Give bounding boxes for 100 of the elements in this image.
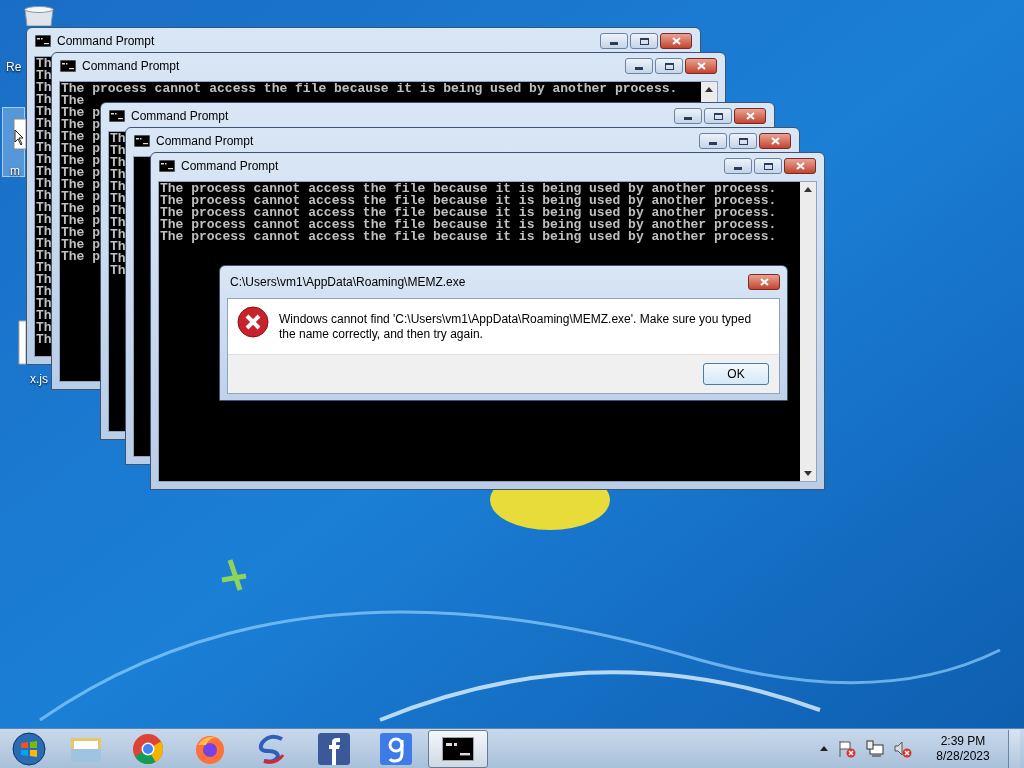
console-line: Th <box>110 157 126 169</box>
desktop-icon-label[interactable]: x.js <box>30 370 48 388</box>
close-button[interactable] <box>734 108 766 124</box>
scroll-up-icon <box>804 187 812 192</box>
console-line: The p <box>61 167 100 179</box>
desktop-icon-label[interactable]: m <box>10 162 20 180</box>
console-line: Th <box>110 133 126 145</box>
facebook-icon <box>318 732 350 765</box>
console-line: The <box>61 95 85 107</box>
console-line: The process cannot access the file because it is being used by another process. <box>160 231 777 243</box>
maximize-icon <box>639 37 649 45</box>
console-line: Th <box>36 70 52 82</box>
console-icon <box>134 135 150 147</box>
maximize-icon <box>713 112 723 120</box>
console-line: The p <box>61 155 100 167</box>
console-line: Th <box>110 241 126 253</box>
close-icon <box>745 112 755 120</box>
network-icon[interactable] <box>866 739 884 758</box>
console-line: Th <box>36 82 52 94</box>
clock-date: 8/28/2023 <box>936 748 990 764</box>
scrollbar[interactable] <box>800 182 816 481</box>
console-line: Th <box>36 142 52 154</box>
minimize-button[interactable] <box>699 133 727 149</box>
dialog-title: C:\Users\vm1\AppData\Roaming\MEMZ.exe <box>230 274 467 291</box>
window-title: Command Prompt <box>181 158 280 175</box>
taskbar-button[interactable] <box>428 729 488 768</box>
console-icon <box>159 160 175 172</box>
minimize-button[interactable] <box>600 33 628 49</box>
console-line: Th <box>36 262 52 274</box>
maximize-icon <box>738 137 748 145</box>
console-line: Th <box>36 58 52 70</box>
console-line: Th <box>36 226 52 238</box>
maximize-button[interactable] <box>754 158 782 174</box>
console-line: Th <box>36 310 52 322</box>
console-icon <box>60 60 76 72</box>
console-line: The p <box>61 119 100 131</box>
console-line: Th <box>36 202 52 214</box>
console-line: Th <box>36 178 52 190</box>
console-line: Th <box>110 181 126 193</box>
close-icon <box>696 62 706 70</box>
console-line: Th <box>36 106 52 118</box>
console-line: Th <box>36 274 52 286</box>
flag-icon[interactable] <box>838 739 856 758</box>
console-line: Th <box>36 94 52 106</box>
scroll-up-icon <box>705 87 713 92</box>
close-icon <box>770 137 780 145</box>
console-line: The p <box>61 131 100 143</box>
console-icon <box>109 110 125 122</box>
start-orb-icon <box>12 731 46 766</box>
console-line: Th <box>110 217 126 229</box>
window-title: Command Prompt <box>82 58 181 75</box>
console-line: The p <box>61 191 100 203</box>
show-hidden-icons-icon[interactable] <box>820 746 828 751</box>
console-line: Th <box>110 265 126 277</box>
close-button[interactable] <box>759 133 791 149</box>
minimize-button[interactable] <box>625 58 653 74</box>
console-line: The p <box>61 251 100 263</box>
clock-time: 2:39 PM <box>940 733 986 749</box>
chrome-icon <box>132 732 164 765</box>
console-line: The process cannot access the file because it is being used by another process. <box>160 207 777 219</box>
document-icon <box>13 118 26 150</box>
console-line: Th <box>36 214 52 226</box>
show-desktop-button[interactable] <box>1008 729 1020 768</box>
console-line: The process cannot access the file because it is being used by another process. <box>160 183 777 195</box>
close-button[interactable] <box>660 33 692 49</box>
console-line: The p <box>61 239 100 251</box>
console-line: Th <box>110 193 126 205</box>
minimize-button[interactable] <box>674 108 702 124</box>
close-button[interactable] <box>748 274 780 290</box>
maximize-button[interactable] <box>655 58 683 74</box>
console-line: Th <box>110 205 126 217</box>
desktop-icon-label[interactable]: Re <box>6 58 22 76</box>
error-message: Windows cannot find 'C:\Users\vm1\AppData\Roaming\MEMZ.exe'. Make sure you typed the name correctly, and then try again. <box>279 311 753 342</box>
minimize-icon <box>635 67 643 70</box>
console-line: Th <box>110 169 126 181</box>
close-icon <box>671 37 681 45</box>
maximize-button[interactable] <box>630 33 658 49</box>
close-button[interactable] <box>685 58 717 74</box>
window-title: Command Prompt <box>57 33 156 50</box>
maximize-button[interactable] <box>729 133 757 149</box>
close-button[interactable] <box>784 158 816 174</box>
ok-button[interactable]: OK <box>703 363 769 385</box>
console-line: Th <box>36 298 52 310</box>
console-line: Th <box>36 190 52 202</box>
console-line: Th <box>36 130 52 142</box>
console-line: The process cannot access the file because it is being used by another process. <box>61 83 678 95</box>
window-title: Command Prompt <box>131 108 230 125</box>
scroll-down-icon <box>804 471 812 476</box>
console-line: Th <box>110 229 126 241</box>
console-line: Th <box>36 166 52 178</box>
trash-bin-icon <box>22 6 56 26</box>
console-line: The process cannot access the file because it is being used by another process. <box>160 219 777 231</box>
minimize-button[interactable] <box>724 158 752 174</box>
console-line: Th <box>110 253 126 265</box>
console-line: Th <box>36 118 52 130</box>
console-line: Th <box>36 334 52 346</box>
window-title: Command Prompt <box>156 133 255 150</box>
minimize-icon <box>684 117 692 120</box>
maximize-button[interactable] <box>704 108 732 124</box>
speaker-icon[interactable] <box>894 739 912 758</box>
